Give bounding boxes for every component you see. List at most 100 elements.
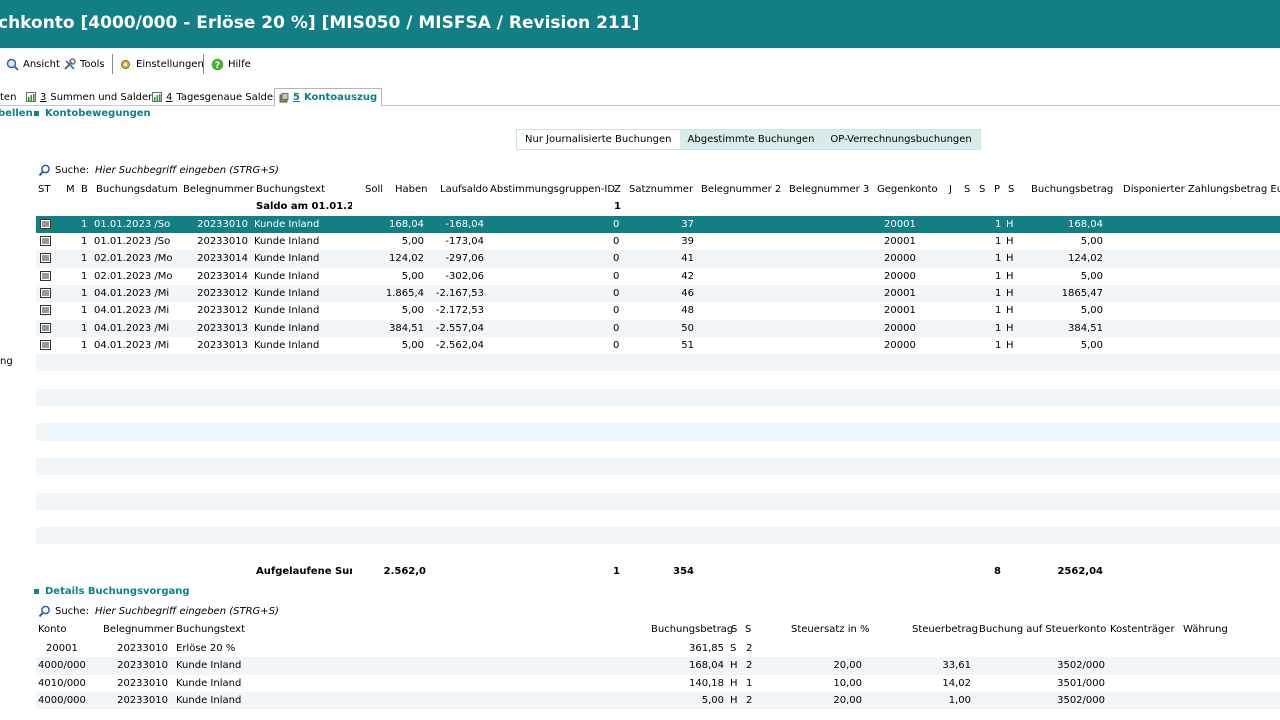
document-icon xyxy=(40,270,51,281)
ansicht-menu[interactable]: Ansicht xyxy=(6,56,60,72)
col-p[interactable]: P xyxy=(994,184,1000,195)
col-gegenkonto[interactable]: Gegenkonto xyxy=(877,184,938,195)
totals-satz: 354 xyxy=(673,566,694,577)
cell-gegen: 20001 xyxy=(884,305,916,317)
main-search[interactable]: Suche: Hier Suchbegriff eingeben (STRG+S… xyxy=(38,163,279,177)
dcell-konto: 4000/000 xyxy=(38,694,86,706)
filter-abgestimmt[interactable]: Abgestimmte Buchungen xyxy=(679,130,823,149)
tab-3-number: 3 xyxy=(40,91,47,103)
tab-summen-und-salden[interactable]: 3 Summen und Salden xyxy=(22,88,159,106)
cell-z: 0 xyxy=(613,339,620,351)
tab-kontoauszug[interactable]: 5 Kontoauszug xyxy=(274,88,383,107)
dcol-s2[interactable]: S xyxy=(745,624,751,635)
col-m[interactable]: M xyxy=(66,184,75,195)
saldo-row[interactable]: Saldo am 01.01.202 1 xyxy=(36,198,1280,215)
dcell-steuersatz: 20,00 xyxy=(833,660,862,672)
tab-partial[interactable]: ten xyxy=(0,88,20,106)
col-laufsaldo[interactable]: Laufsaldo xyxy=(440,184,488,195)
table-row[interactable]: 1 04.01.2023 /Mi 20233013 Kunde Inland 5… xyxy=(36,337,1280,354)
detail-row[interactable]: 20001 20233010 Erlöse 20 % 361,85 S 2 xyxy=(36,640,1280,657)
totals-z: 1 xyxy=(613,566,620,577)
empty-row xyxy=(36,457,1280,476)
dcell-text: Kunde Inland xyxy=(176,694,242,706)
tools-menu[interactable]: Tools xyxy=(63,56,105,72)
dcell-s1: H xyxy=(730,694,738,706)
tab-3-label: Summen und Salden xyxy=(50,91,155,103)
col-soll[interactable]: Soll xyxy=(365,184,383,195)
col-j[interactable]: J xyxy=(949,184,952,195)
table-row[interactable]: 1 04.01.2023 /Mi 20233013 Kunde Inland 3… xyxy=(36,319,1280,337)
dcol-waehrung[interactable]: Währung xyxy=(1183,624,1228,635)
filter-nur-journalisiert[interactable]: Nur Journalisierte Buchungen xyxy=(517,130,680,149)
tab-tagesgenaue-salden[interactable]: 4 Tagesgenaue Salden xyxy=(148,88,283,106)
detail-search-input[interactable]: Hier Suchbegriff eingeben (STRG+S) xyxy=(95,606,279,617)
col-belegnummer-3[interactable]: Belegnummer 3 xyxy=(789,184,869,195)
dcol-buchungsbetrag[interactable]: Buchungsbetrag xyxy=(651,624,733,635)
dcol-steuersatz[interactable]: Steuersatz in % xyxy=(791,624,870,635)
col-buchungsbetrag[interactable]: Buchungsbetrag xyxy=(1031,184,1113,195)
magnifier-page-icon xyxy=(6,58,19,71)
cell-b: 1 xyxy=(81,218,88,230)
dcol-belegnummer[interactable]: Belegnummer xyxy=(103,624,174,635)
table-row[interactable]: 1 02.01.2023 /Mo 20233014 Kunde Inland 1… xyxy=(36,250,1280,268)
cell-p: 1 xyxy=(995,305,1002,317)
einstellungen-menu[interactable]: Einstellungen xyxy=(119,56,204,72)
tabellen-link[interactable]: bellen xyxy=(0,108,33,119)
filter-bar: Nur Journalisierte Buchungen Abgestimmte… xyxy=(516,129,981,150)
dcol-konto[interactable]: Konto xyxy=(38,624,67,635)
empty-row xyxy=(36,423,1280,441)
dcol-s1[interactable]: S xyxy=(731,624,737,635)
col-haben[interactable]: Haben xyxy=(395,184,428,195)
cell-s: H xyxy=(1006,218,1014,230)
detail-row[interactable]: 4000/000 20233010 Kunde Inland 5,00 H 2 … xyxy=(36,691,1280,710)
cell-satz: 48 xyxy=(681,305,694,317)
cell-soll: 384,51 xyxy=(389,322,424,334)
search-input[interactable]: Hier Suchbegriff eingeben (STRG+S) xyxy=(95,165,279,176)
tools-icon xyxy=(64,57,76,70)
col-buchungstext[interactable]: Buchungstext xyxy=(256,184,325,195)
col-b[interactable]: B xyxy=(81,184,88,195)
dcell-s2: 1 xyxy=(746,677,753,689)
dcell-text: Kunde Inland xyxy=(176,660,242,672)
col-s1[interactable]: S xyxy=(964,184,970,195)
col-s3[interactable]: S xyxy=(1008,184,1014,195)
col-satznummer[interactable]: Satznummer xyxy=(629,184,693,195)
cell-satz: 51 xyxy=(681,339,694,351)
cell-soll: 124,02 xyxy=(389,253,424,265)
filter-op-verrechnung[interactable]: OP-Verrechnungsbuchungen xyxy=(822,130,980,149)
table-row[interactable]: 1 01.01.2023 /So 20233010 Kunde Inland 5… xyxy=(36,233,1280,250)
col-buchungsdatum[interactable]: Buchungsdatum xyxy=(96,184,178,195)
dcol-kostentraeger[interactable]: Kostenträger xyxy=(1110,624,1175,635)
table-row[interactable]: 1 01.01.2023 /So 20233010 Kunde Inland 1… xyxy=(36,215,1280,233)
table-row[interactable]: 1 02.01.2023 /Mo 20233014 Kunde Inland 5… xyxy=(36,268,1280,285)
dcol-buchungstext[interactable]: Buchungstext xyxy=(176,624,245,635)
detail-row[interactable]: 4000/000 20233010 Kunde Inland 168,04 H … xyxy=(36,657,1280,675)
empty-row xyxy=(36,371,1280,388)
table-row[interactable]: 1 04.01.2023 /Mi 20233012 Kunde Inland 1… xyxy=(36,284,1280,303)
col-z[interactable]: Z xyxy=(614,184,621,195)
dcell-betrag: 168,04 xyxy=(689,660,724,672)
tab-bar: ten 3 Summen und Salden 4 Tagesgenaue Sa… xyxy=(0,88,1280,107)
totals-betrag: 2562,04 xyxy=(1057,566,1103,577)
col-belegnummer-2[interactable]: Belegnummer 2 xyxy=(701,184,781,195)
col-s2[interactable]: S xyxy=(979,184,985,195)
detail-row[interactable]: 4010/000 20233010 Kunde Inland 140,18 H … xyxy=(36,675,1280,692)
toolbar-separator xyxy=(203,54,204,74)
col-disponierter[interactable]: Disponierter Zahlungsbetrag Euro xyxy=(1123,184,1280,195)
cell-text: Kunde Inland xyxy=(254,236,320,247)
col-belegnummer[interactable]: Belegnummer xyxy=(183,184,254,195)
dcol-steuerbetrag[interactable]: Steuerbetrag xyxy=(912,624,978,635)
col-st[interactable]: ST xyxy=(38,184,50,195)
table-row[interactable]: 1 04.01.2023 /Mi 20233012 Kunde Inland 5… xyxy=(36,302,1280,319)
cell-gegen: 20000 xyxy=(884,339,916,351)
dcol-buchung-steuerkonto[interactable]: Buchung auf Steuerkonto xyxy=(979,624,1106,635)
col-abstimmungsgruppen[interactable]: Abstimmungsgruppen-ID xyxy=(490,184,615,195)
saldo-text: Saldo am 01.01.202 xyxy=(256,201,352,212)
cell-gegen: 20000 xyxy=(884,322,916,334)
empty-row xyxy=(36,354,1280,372)
detail-search[interactable]: Suche: Hier Suchbegriff eingeben (STRG+S… xyxy=(38,604,279,618)
kontobewegungen-header[interactable]: Kontobewegungen xyxy=(45,108,151,119)
hilfe-menu[interactable]: ? Hilfe xyxy=(211,56,251,72)
dcell-s2: 2 xyxy=(746,660,753,672)
details-header[interactable]: Details Buchungsvorgang xyxy=(45,586,190,597)
